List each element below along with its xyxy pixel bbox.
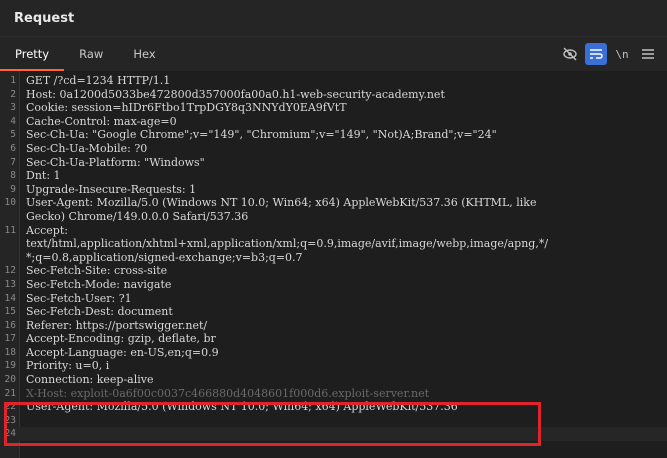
line-number: 21 (4, 387, 16, 399)
code-line[interactable]: 19 Priority: u=0, i (0, 359, 667, 373)
line-number: 7 (10, 156, 16, 168)
line-text: Sec-Ch-Ua: "Google Chrome";v="149", "Chr… (26, 128, 497, 142)
code-line[interactable]: 4 Cache-Control: max-age=0 (0, 115, 667, 129)
hamburger-menu-icon[interactable] (637, 43, 659, 65)
code-line[interactable]: 21 X-Host: exploit-0a6f00c0037c466880d404… (0, 387, 667, 401)
line-text: Cookie: session=hIDr6Ftbo1TrpDGY8q3NNYdY… (26, 101, 347, 115)
code-line[interactable]: 24 (0, 427, 667, 442)
code-line[interactable]: 3 Cookie: session=hIDr6Ftbo1TrpDGY8q3NNYd… (0, 101, 667, 115)
code-line[interactable]: 22 User-Agent: Mozilla/5.0 (Windows NT 10… (0, 400, 667, 414)
code-line[interactable]: 23 (0, 414, 667, 428)
code-line[interactable]: 17 Accept-Encoding: gzip, deflate, br (0, 332, 667, 346)
editor-toolbar: \n (559, 37, 659, 71)
code-line[interactable]: 5 Sec-Ch-Ua: "Google Chrome";v="149", "Ch… (0, 128, 667, 142)
line-number: 16 (4, 319, 16, 331)
line-number: 3 (10, 102, 16, 114)
code-line[interactable]: 18 Accept-Language: en-US,en;q=0.9 (0, 346, 667, 360)
line-text: Referer: https://portswigger.net/ (26, 318, 208, 332)
line-number: 24 (4, 428, 16, 440)
line-text: Sec-Ch-Ua-Mobile: ?0 (26, 141, 148, 155)
line-text: Connection: keep-alive (26, 373, 154, 387)
line-number: 10 (4, 197, 16, 209)
line-number: 9 (10, 183, 16, 195)
newline-label: \n (615, 47, 629, 61)
line-text: Cache-Control: max-age=0 (26, 114, 177, 128)
code-line[interactable]: 6 Sec-Ch-Ua-Mobile: ?0 (0, 142, 667, 156)
line-text: Sec-Fetch-Mode: navigate (26, 277, 172, 291)
line-text: Sec-Fetch-Site: cross-site (26, 264, 168, 278)
panel-title: Request (14, 10, 75, 26)
line-number: 4 (10, 115, 16, 127)
code-line[interactable]: 8 Dnt: 1 (0, 169, 667, 183)
eye-off-icon[interactable] (559, 43, 581, 65)
line-text: Dnt: 1 (26, 169, 61, 183)
code-line[interactable]: 14 Sec-Fetch-User: ?1 (0, 292, 667, 306)
line-text: GET /?cd=1234 HTTP/1.1 (26, 74, 171, 87)
line-number: 5 (10, 129, 16, 141)
code-line[interactable]: *;q=0.8,application/signed-exchange;v=b3… (0, 251, 667, 265)
code-line[interactable]: 1 GET /?cd=1234 HTTP/1.1 (0, 74, 667, 88)
code-line[interactable]: 9 Upgrade-Insecure-Requests: 1 (0, 183, 667, 197)
line-text: X-Host: exploit-0a6f00c0037c466880d40486… (26, 386, 430, 400)
line-number: 11 (4, 224, 16, 236)
tab-pretty[interactable]: Pretty (0, 37, 65, 72)
code-line[interactable]: 12 Sec-Fetch-Site: cross-site (0, 264, 667, 278)
word-wrap-icon[interactable] (585, 43, 607, 65)
tab-raw[interactable]: Raw (64, 37, 118, 71)
code-line[interactable]: 11 Accept: (0, 224, 667, 238)
line-number: 22 (4, 401, 16, 413)
line-text: Gecko) Chrome/149.0.0.0 Safari/537.36 (26, 209, 249, 223)
line-text: Host: 0a1200d5033be472800d357000fa00a0.h… (26, 87, 445, 101)
line-text: Upgrade-Insecure-Requests: 1 (26, 182, 197, 196)
line-text: Accept-Encoding: gzip, deflate, br (26, 332, 216, 346)
line-number (0, 210, 19, 224)
line-text: Priority: u=0, i (26, 359, 110, 373)
tab-hex[interactable]: Hex (118, 37, 170, 71)
line-number: 8 (10, 170, 16, 182)
view-tabs-bar: Pretty Raw Hex \n (0, 37, 667, 72)
code-line[interactable]: Gecko) Chrome/149.0.0.0 Safari/537.36 (0, 210, 667, 224)
code-line[interactable]: 2 Host: 0a1200d5033be472800d357000fa00a0.… (0, 88, 667, 102)
show-newlines-button[interactable]: \n (611, 43, 633, 65)
line-number (0, 237, 19, 251)
line-number: 19 (4, 360, 16, 372)
line-text: *;q=0.8,application/signed-exchange;v=b3… (26, 250, 303, 264)
line-text: Accept-Language: en-US,en;q=0.9 (26, 345, 219, 359)
line-number: 23 (4, 414, 16, 426)
code-line[interactable]: 13 Sec-Fetch-Mode: navigate (0, 278, 667, 292)
line-number: 15 (4, 306, 16, 318)
line-number: 20 (4, 374, 16, 386)
tab-pretty-label: Pretty (15, 47, 50, 61)
line-number: 12 (4, 265, 16, 277)
line-number: 13 (4, 278, 16, 290)
line-text: text/html,application/xhtml+xml,applicat… (26, 237, 549, 251)
line-text (19, 414, 26, 428)
line-text: User-Agent: Mozilla/5.0 (Windows NT 10.0… (26, 400, 458, 414)
line-text: Sec-Ch-Ua-Platform: "Windows" (26, 155, 205, 169)
code-line[interactable]: text/html,application/xhtml+xml,applicat… (0, 237, 667, 251)
tab-hex-label: Hex (133, 47, 156, 61)
code-line[interactable]: 10 User-Agent: Mozilla/5.0 (Windows NT 10… (0, 196, 667, 210)
line-number: 14 (4, 292, 16, 304)
tab-raw-label: Raw (79, 47, 104, 61)
code-line[interactable]: 20 Connection: keep-alive (0, 373, 667, 387)
request-editor[interactable]: 1 GET /?cd=1234 HTTP/1.1 2 Host: 0a1200d503… (0, 71, 667, 458)
line-number: 6 (10, 142, 16, 154)
code-line[interactable]: 15 Sec-Fetch-Dest: document (0, 305, 667, 319)
line-text: User-Agent: Mozilla/5.0 (Windows NT 10.0… (26, 196, 537, 210)
request-lines: 1 GET /?cd=1234 HTTP/1.1 2 Host: 0a1200d503… (0, 74, 667, 442)
line-number (0, 251, 19, 265)
line-number: 2 (10, 88, 16, 100)
line-number: 17 (4, 333, 16, 345)
line-text: Accept: (26, 223, 68, 237)
line-number: 1 (10, 75, 16, 86)
line-text (19, 427, 26, 441)
panel-header: Request (0, 0, 667, 37)
code-line[interactable]: 16 Referer: https://portswigger.net/ (0, 319, 667, 333)
line-number: 18 (4, 346, 16, 358)
line-text: Sec-Fetch-Dest: document (26, 305, 173, 319)
line-text: Sec-Fetch-User: ?1 (26, 291, 132, 305)
code-line[interactable]: 7 Sec-Ch-Ua-Platform: "Windows" (0, 156, 667, 170)
